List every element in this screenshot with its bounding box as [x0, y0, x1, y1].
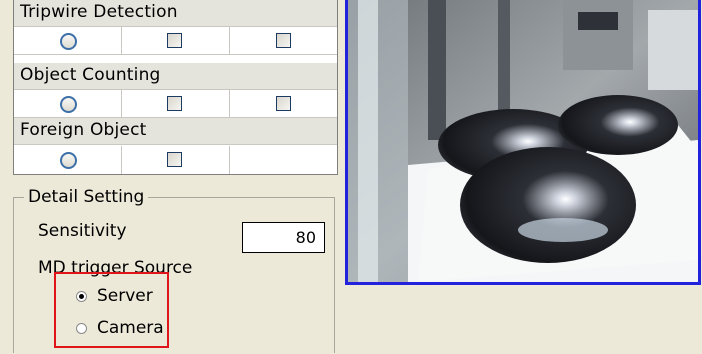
- radio-icon[interactable]: [59, 152, 77, 169]
- section-tripwire-detection: Tripwire Detection: [14, 0, 337, 27]
- radio-checked-icon[interactable]: [76, 290, 87, 302]
- section-foreign-object: Foreign Object: [14, 118, 337, 145]
- section-object-counting: Object Counting: [14, 63, 337, 90]
- table-row: [14, 90, 337, 118]
- camera-image: [348, 0, 698, 282]
- checkbox-icon[interactable]: [275, 95, 291, 111]
- detail-setting-group: Detail Setting Sensitivity MD trigger So…: [13, 187, 335, 353]
- detection-table: Tripwire Detection Object Counting Forei…: [13, 0, 338, 175]
- checkbox-icon[interactable]: [167, 32, 182, 48]
- checkbox-icon[interactable]: [275, 32, 291, 48]
- radio-camera[interactable]: Camera: [76, 318, 164, 338]
- radio-server[interactable]: Server: [76, 286, 153, 306]
- sensitivity-label: Sensitivity: [38, 221, 127, 241]
- radio-server-label: Server: [97, 286, 153, 306]
- radio-icon[interactable]: [59, 95, 77, 113]
- camera-preview: [345, 0, 701, 285]
- radio-camera-label: Camera: [97, 318, 164, 338]
- checkbox-icon[interactable]: [167, 95, 182, 111]
- radio-unchecked-icon[interactable]: [76, 322, 87, 334]
- radio-icon[interactable]: [59, 32, 77, 50]
- table-row: [14, 146, 337, 174]
- sensitivity-input[interactable]: [242, 222, 325, 253]
- checkbox-icon[interactable]: [167, 152, 182, 167]
- detail-setting-legend: Detail Setting: [24, 187, 149, 207]
- trigger-source-radio-group: Server Camera: [54, 272, 169, 348]
- table-row: [14, 27, 337, 55]
